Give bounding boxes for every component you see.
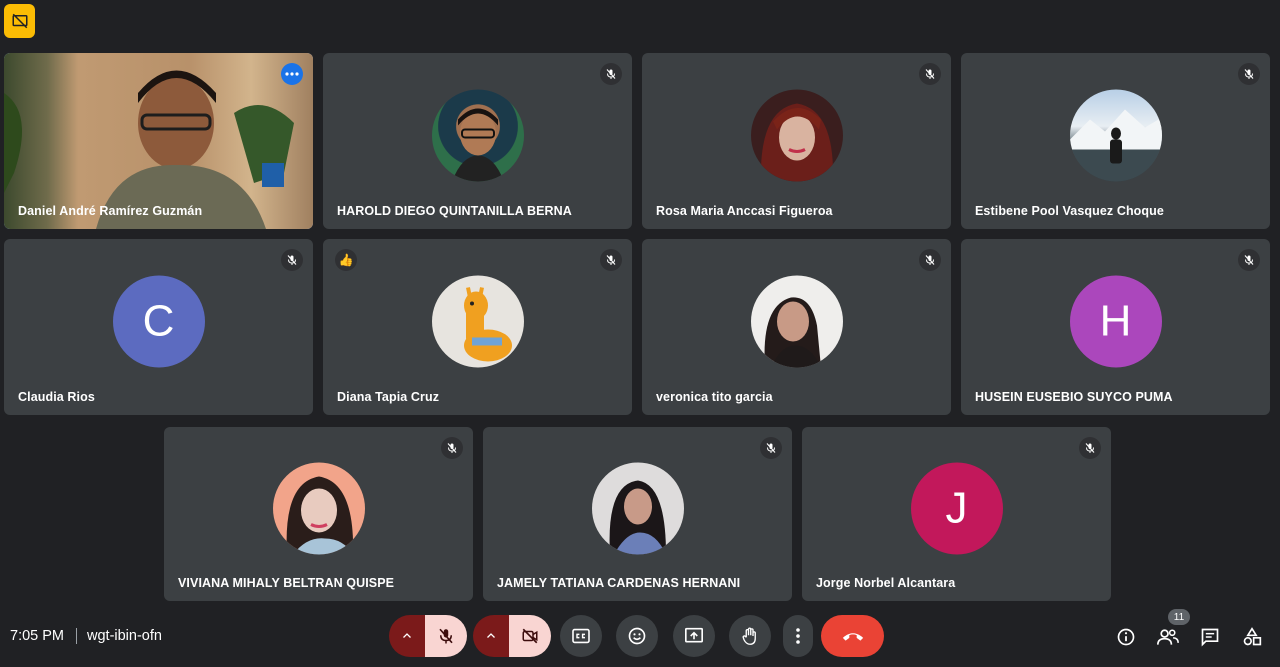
meeting-time: 7:05 PM bbox=[10, 628, 64, 644]
participant-tile[interactable]: H HUSEIN EUSEBIO SUYCO PUMA bbox=[961, 239, 1270, 415]
divider bbox=[76, 628, 77, 644]
participant-avatar: J bbox=[910, 462, 1003, 555]
participant-tile[interactable]: VIVIANA MIHALY BELTRAN QUISPE bbox=[164, 427, 473, 601]
participant-tile[interactable]: 👍 Diana Tapia Cruz bbox=[323, 239, 632, 415]
participant-tile[interactable]: HAROLD DIEGO QUINTANILLA BERNA bbox=[323, 53, 632, 229]
participant-name: VIVIANA MIHALY BELTRAN QUISPE bbox=[178, 576, 395, 590]
participant-tile[interactable]: JAMELY TATIANA CARDENAS HERNANI bbox=[483, 427, 792, 601]
raise-hand-button[interactable] bbox=[729, 615, 771, 657]
leave-call-button[interactable] bbox=[821, 615, 884, 657]
control-bar: 7:05 PM wgt-ibin-ofn bbox=[0, 606, 1280, 667]
emoji-button[interactable] bbox=[616, 615, 658, 657]
participant-avatar bbox=[750, 275, 843, 368]
participant-tile[interactable]: Rosa Maria Anccasi Figueroa bbox=[642, 53, 951, 229]
participant-avatar bbox=[431, 89, 524, 182]
participant-name: HUSEIN EUSEBIO SUYCO PUMA bbox=[975, 390, 1173, 404]
participant-avatar bbox=[272, 462, 365, 555]
participant-avatar: H bbox=[1069, 275, 1162, 368]
mic-off-icon bbox=[1238, 249, 1260, 271]
camera-control bbox=[473, 615, 551, 657]
mic-off-icon bbox=[760, 437, 782, 459]
more-options-button[interactable] bbox=[281, 63, 303, 85]
mic-off-icon bbox=[919, 249, 941, 271]
mic-off-icon bbox=[1079, 437, 1101, 459]
microphone-control bbox=[389, 615, 467, 657]
mic-off-icon bbox=[441, 437, 463, 459]
participant-name: Diana Tapia Cruz bbox=[337, 390, 440, 404]
camera-off-button[interactable] bbox=[509, 615, 551, 657]
participant-avatar bbox=[431, 275, 524, 368]
mic-off-icon bbox=[600, 63, 622, 85]
participant-avatar: C bbox=[112, 275, 205, 368]
participant-tile[interactable]: veronica tito garcia bbox=[642, 239, 951, 415]
participant-tile[interactable]: Daniel André Ramírez Guzmán bbox=[4, 53, 313, 229]
info-icon[interactable] bbox=[1114, 625, 1138, 649]
mic-off-icon bbox=[600, 249, 622, 271]
participant-tile[interactable]: J Jorge Norbel Alcantara bbox=[802, 427, 1111, 601]
participant-name: Daniel André Ramírez Guzmán bbox=[18, 204, 203, 218]
participant-avatar bbox=[1069, 89, 1162, 182]
mic-off-button[interactable] bbox=[425, 615, 467, 657]
participant-name: veronica tito garcia bbox=[656, 390, 773, 404]
participant-name: Jorge Norbel Alcantara bbox=[816, 576, 956, 590]
video-feed bbox=[4, 53, 313, 229]
participant-name: Rosa Maria Anccasi Figueroa bbox=[656, 204, 833, 218]
activities-icon[interactable] bbox=[1240, 625, 1264, 649]
participant-tile[interactable]: C Claudia Rios bbox=[4, 239, 313, 415]
mic-off-icon bbox=[919, 63, 941, 85]
mic-off-icon bbox=[1238, 63, 1260, 85]
participant-name: JAMELY TATIANA CARDENAS HERNANI bbox=[497, 576, 741, 590]
mic-off-icon bbox=[281, 249, 303, 271]
presentation-warning-icon[interactable] bbox=[4, 4, 35, 38]
participant-tile[interactable]: Estibene Pool Vasquez Choque bbox=[961, 53, 1270, 229]
participant-name: Claudia Rios bbox=[18, 390, 95, 404]
participant-count-badge: 11 bbox=[1168, 609, 1190, 625]
chevron-up-icon[interactable] bbox=[389, 615, 425, 657]
present-screen-button[interactable] bbox=[673, 615, 715, 657]
people-icon[interactable] bbox=[1156, 625, 1180, 649]
chat-icon[interactable] bbox=[1198, 625, 1222, 649]
participant-avatar bbox=[750, 89, 843, 182]
meeting-code: wgt-ibin-ofn bbox=[87, 628, 162, 644]
participant-name: Estibene Pool Vasquez Choque bbox=[975, 204, 1164, 218]
chevron-up-icon[interactable] bbox=[473, 615, 509, 657]
captions-button[interactable] bbox=[560, 615, 602, 657]
more-options-button[interactable] bbox=[783, 615, 813, 657]
thumbs-up-icon: 👍 bbox=[335, 249, 357, 271]
participant-avatar bbox=[591, 462, 684, 555]
participant-name: HAROLD DIEGO QUINTANILLA BERNA bbox=[337, 204, 572, 218]
